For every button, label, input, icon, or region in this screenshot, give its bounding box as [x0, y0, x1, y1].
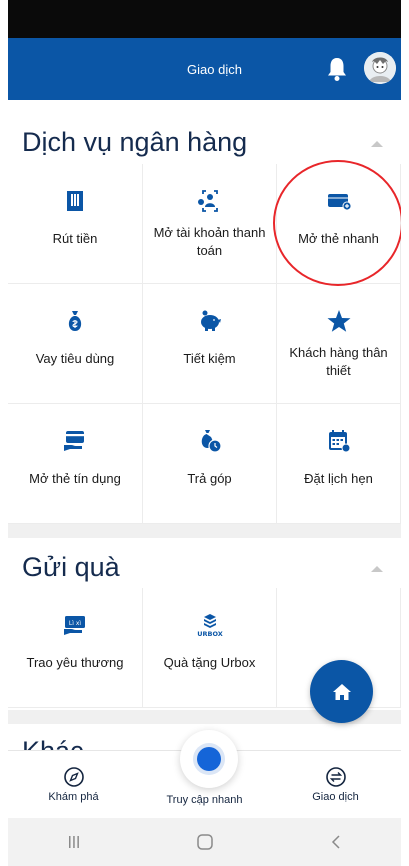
calendar-icon [328, 430, 350, 453]
bell-icon[interactable] [326, 56, 348, 82]
home-icon [332, 683, 351, 700]
atm-icon [67, 191, 83, 211]
nav-transactions[interactable]: Giao dịch [270, 751, 401, 818]
gift-urbox[interactable]: URBOX Quà tặng Urbox [143, 588, 277, 708]
service-label: Đặt lịch hẹn [304, 471, 373, 486]
service-withdraw[interactable]: Rút tiền [8, 164, 143, 284]
star-icon [327, 310, 350, 332]
service-consumer-loan[interactable]: Vay tiêu dùng [8, 284, 143, 404]
credit-card-hand-icon [64, 431, 84, 451]
service-credit-card[interactable]: Mở thẻ tín dụng [8, 404, 143, 524]
gift-love[interactable]: Lì xì Trao yêu thương [8, 588, 143, 708]
urbox-logo-text: URBOX [197, 630, 223, 638]
urbox-logo-icon: URBOX [197, 614, 223, 638]
home-fab-button[interactable] [310, 660, 373, 723]
quick-access-button[interactable] [180, 730, 238, 788]
header-title: Giao dịch [187, 61, 242, 77]
section-title-other: Khác [22, 736, 84, 750]
account-scan-icon [197, 190, 218, 212]
status-bar [0, 0, 409, 38]
system-nav-bar [8, 818, 401, 866]
avatar-icon [364, 52, 396, 84]
piggy-bank-icon [200, 310, 221, 331]
nav-transactions-label: Giao dịch [312, 791, 359, 803]
compass-icon [63, 767, 84, 787]
app-header: Giao dịch [8, 38, 401, 100]
main-content[interactable]: Dịch vụ ngân hàng Rút tiền Mở tài khoản … [8, 100, 401, 750]
service-label: Mở thẻ tín dụng [29, 471, 121, 486]
gift-label: Quà tặng Urbox [163, 655, 256, 670]
avatar[interactable] [364, 52, 396, 84]
service-label: Tiết kiệm [183, 351, 236, 366]
back-chevron-icon [331, 835, 340, 849]
screenshot-border-right [401, 0, 409, 866]
section-title-gifts: Gửi quà [22, 552, 120, 582]
service-label: Trả góp [187, 471, 232, 486]
section-title-banking: Dịch vụ ngân hàng [22, 127, 248, 157]
nav-explore[interactable]: Khám phá [8, 751, 139, 818]
service-label: Khách hàng thân thiết [289, 345, 388, 378]
money-bag-clock-icon [201, 430, 222, 453]
nav-explore-label: Khám phá [48, 791, 99, 803]
debit-card-icon [327, 194, 351, 211]
service-label: Vay tiêu dùng [35, 351, 115, 366]
nav-quick-access-label: Truy cập nhanh [166, 794, 243, 806]
transfer-icon [325, 767, 346, 787]
collapse-gifts-icon[interactable] [371, 565, 383, 573]
recent-apps-icon [68, 836, 79, 848]
recent-apps-button[interactable] [54, 832, 94, 852]
home-square-icon [196, 834, 213, 850]
service-installment[interactable]: Trả góp [143, 404, 277, 524]
quick-access-dot-icon [197, 747, 221, 771]
screenshot-border-left [0, 0, 8, 866]
money-bag-icon [68, 311, 82, 331]
service-loyal-customer[interactable]: Khách hàng thân thiết [277, 284, 401, 404]
lucky-money-icon-text: Lì xì [69, 620, 81, 627]
section-divider [8, 524, 401, 538]
service-appointment[interactable]: Đặt lịch hẹn [277, 404, 401, 524]
service-quick-card[interactable]: Mở thẻ nhanh [277, 164, 401, 284]
service-savings[interactable]: Tiết kiệm [143, 284, 277, 404]
service-label: Rút tiền [52, 231, 98, 246]
back-button[interactable] [316, 832, 356, 852]
service-open-account[interactable]: Mở tài khoản thanh toán [143, 164, 277, 284]
gift-label: Trao yêu thương [26, 655, 124, 670]
lucky-money-icon: Lì xì [64, 616, 85, 635]
home-system-button[interactable] [185, 832, 225, 852]
banking-grid: Rút tiền Mở tài khoản thanh toán Mở thẻ … [8, 164, 401, 524]
service-label: Mở tài khoản thanh toán [153, 225, 266, 258]
service-label: Mở thẻ nhanh [298, 231, 379, 246]
collapse-banking-icon[interactable] [371, 140, 383, 148]
